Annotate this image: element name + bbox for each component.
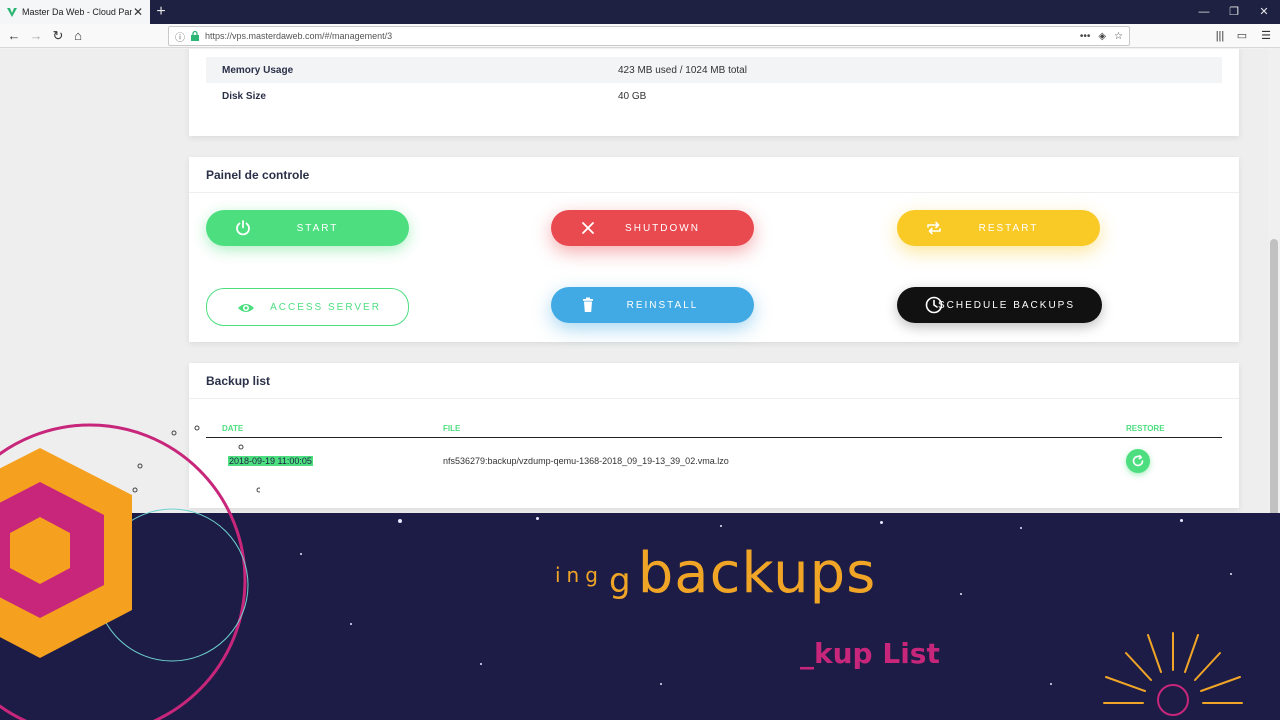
star-dot xyxy=(880,521,883,524)
url-text: https://vps.masterdaweb.com/#/management… xyxy=(205,31,393,41)
browser-tab[interactable]: Master Da Web - Cloud Panel ✕ xyxy=(0,0,150,24)
star-dot xyxy=(720,525,722,527)
restart-label: RESTART xyxy=(978,222,1039,234)
clock-icon xyxy=(925,296,943,314)
header-file: FILE xyxy=(443,424,461,433)
memory-usage-value: 423 MB used / 1024 MB total xyxy=(618,65,747,76)
headline-big: backups xyxy=(637,541,877,606)
new-tab-icon[interactable]: + xyxy=(152,2,170,22)
library-icon[interactable]: ||| xyxy=(1212,28,1228,44)
restore-button[interactable] xyxy=(1126,449,1150,473)
star-dot xyxy=(1050,683,1052,685)
forward-icon[interactable]: → xyxy=(26,26,46,46)
trash-icon xyxy=(583,297,593,312)
power-icon xyxy=(236,220,250,236)
overlay-headline: ing g backups xyxy=(555,541,876,606)
access-server-button[interactable]: ACCESS SERVER xyxy=(206,288,409,326)
headline-small: ing xyxy=(555,563,604,587)
table-row: 2018-09-19 11:00:05 nfs536279:backup/vzd… xyxy=(206,447,1222,475)
sun-rays-icon xyxy=(1103,632,1243,716)
pocket-icon[interactable]: ◈ xyxy=(1098,31,1106,42)
info-icon[interactable]: ⓘ xyxy=(175,29,185,44)
reload-icon[interactable]: ↻ xyxy=(48,26,68,46)
star-dot xyxy=(1230,573,1232,575)
star-dot xyxy=(1180,519,1183,522)
headline-g: g xyxy=(609,561,633,601)
star-dot xyxy=(660,683,662,685)
lock-icon xyxy=(191,30,199,41)
start-button[interactable]: START xyxy=(206,210,409,246)
eye-icon xyxy=(238,304,254,312)
restart-button[interactable]: RESTART xyxy=(897,210,1100,246)
shutdown-label: SHUTDOWN xyxy=(625,222,700,234)
star-dot xyxy=(300,553,302,555)
disk-size-row: Disk Size 40 GB xyxy=(206,83,1222,109)
address-bar[interactable]: ⓘ https://vps.masterdaweb.com/#/manageme… xyxy=(168,26,1130,46)
star-dot xyxy=(480,663,482,665)
sidebar-icon[interactable]: ▭ xyxy=(1234,28,1250,44)
reinstall-button[interactable]: REINSTALL xyxy=(551,287,754,323)
hexagon-decoration-icon xyxy=(0,423,260,720)
disk-size-value: 40 GB xyxy=(618,91,647,102)
shutdown-button[interactable]: SHUTDOWN xyxy=(551,210,754,246)
star-dot xyxy=(350,623,352,625)
site-favicon-icon xyxy=(7,8,17,17)
access-server-label: ACCESS SERVER xyxy=(270,301,381,313)
star-dot xyxy=(1020,527,1022,529)
reinstall-label: REINSTALL xyxy=(626,299,699,311)
browser-tab-bar: Master Da Web - Cloud Panel ✕ + — ❐ ✕ xyxy=(0,0,1280,24)
back-icon[interactable]: ← xyxy=(4,26,24,46)
menu-icon[interactable]: ☰ xyxy=(1258,28,1274,44)
schedule-backups-button[interactable]: SCHEDULE BACKUPS xyxy=(897,287,1102,323)
start-label: START xyxy=(296,222,339,234)
backup-file: nfs536279:backup/vzdump-qemu-1368-2018_0… xyxy=(443,456,729,466)
memory-usage-label: Memory Usage xyxy=(222,65,294,76)
repeat-icon xyxy=(927,221,941,235)
page-actions-icon[interactable]: ••• xyxy=(1080,31,1091,42)
server-specs-card: Memory Usage 423 MB used / 1024 MB total… xyxy=(189,49,1239,136)
scrollbar-thumb[interactable] xyxy=(1270,239,1278,519)
home-icon[interactable]: ⌂ xyxy=(68,26,88,46)
disk-size-label: Disk Size xyxy=(222,91,266,102)
star-dot xyxy=(536,517,539,520)
tab-title: Master Da Web - Cloud Panel xyxy=(22,7,132,17)
minimize-icon[interactable]: — xyxy=(1188,0,1220,24)
backup-list-title: Backup list xyxy=(189,363,1239,399)
schedule-backups-label: SCHEDULE BACKUPS xyxy=(937,299,1076,311)
star-dot xyxy=(398,519,402,523)
backup-list-card: Backup list DATE FILE RESTORE 2018-09-19… xyxy=(189,363,1239,508)
control-panel-card: Painel de controle START SHUTDOWN RESTAR… xyxy=(189,157,1239,342)
maximize-icon[interactable]: ❐ xyxy=(1218,0,1250,24)
browser-nav-bar: ← → ↻ ⌂ ⓘ https://vps.masterdaweb.com/#/… xyxy=(0,24,1280,48)
close-x-icon xyxy=(582,222,594,234)
overlay-subline: _kup List xyxy=(800,637,940,670)
memory-usage-row: Memory Usage 423 MB used / 1024 MB total xyxy=(206,57,1222,83)
star-dot xyxy=(960,593,962,595)
close-window-icon[interactable]: ✕ xyxy=(1248,0,1280,24)
close-tab-icon[interactable]: ✕ xyxy=(132,5,144,19)
refresh-icon xyxy=(1132,454,1144,467)
backup-table-header: DATE FILE RESTORE xyxy=(206,420,1222,438)
bookmark-star-icon[interactable]: ☆ xyxy=(1114,31,1123,42)
header-restore: RESTORE xyxy=(1126,424,1165,433)
control-panel-title: Painel de controle xyxy=(189,157,1239,193)
